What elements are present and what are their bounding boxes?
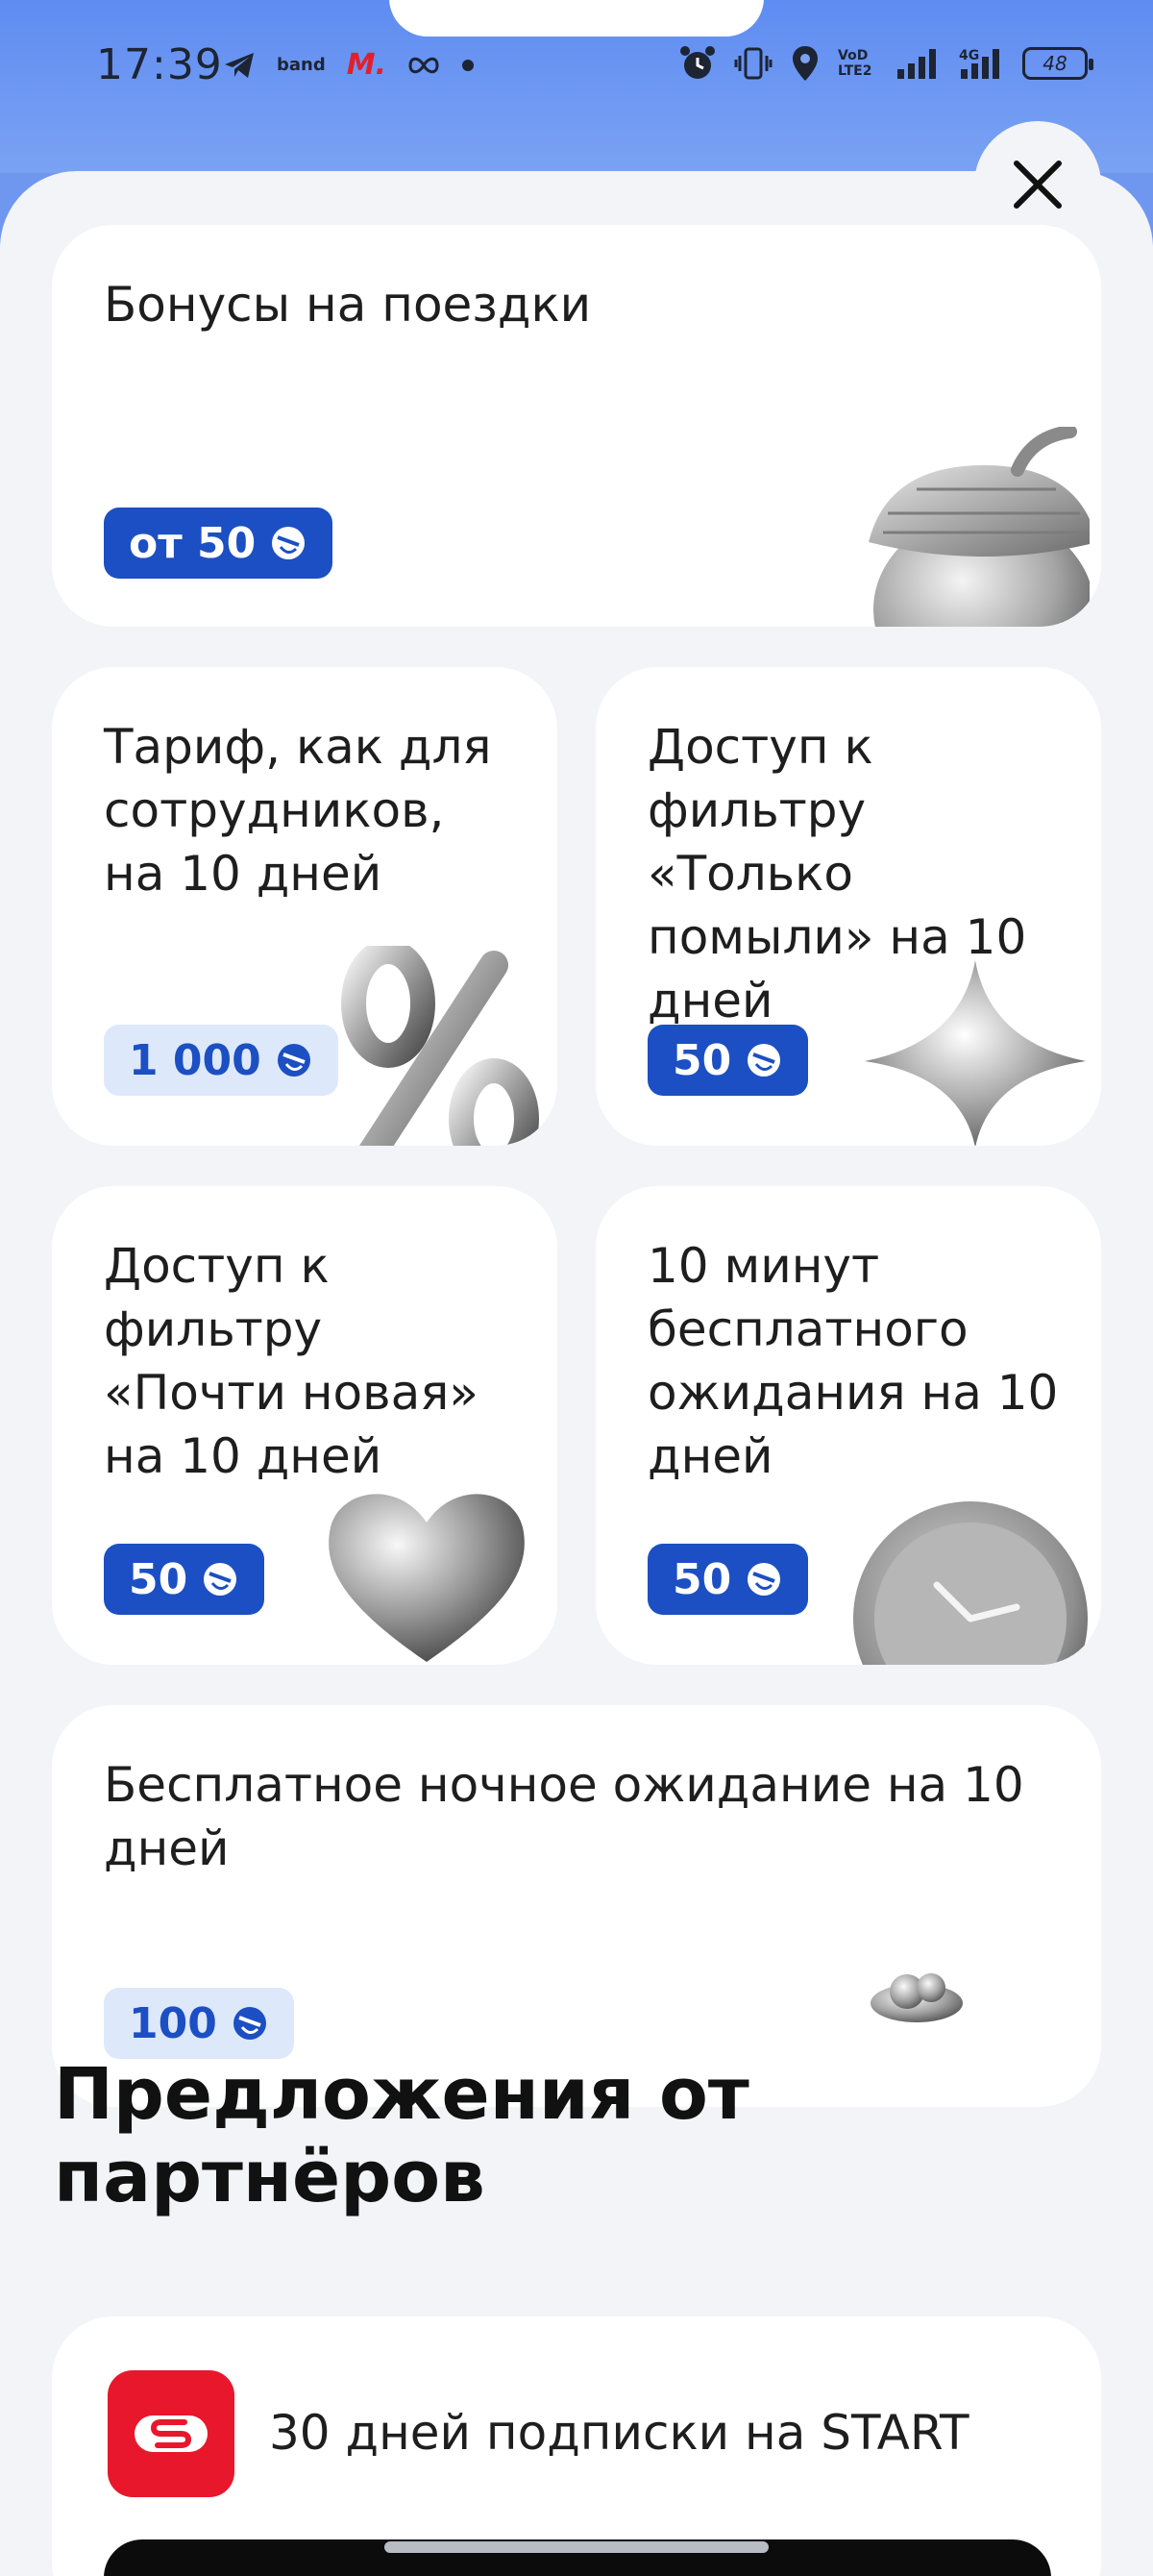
partner-offer-title: 30 дней подписки на START <box>269 2405 969 2461</box>
acorn-coin-icon <box>204 1563 237 1596</box>
location-icon <box>790 44 821 83</box>
reward-title: Доступ к фильтру «Почти новая» на 10 дне… <box>104 1238 478 1484</box>
dot-icon <box>461 46 475 85</box>
price-value: 1 000 <box>129 1035 261 1085</box>
price-value: 100 <box>129 1998 217 2048</box>
alarm-icon <box>678 44 717 83</box>
price-value: 50 <box>673 1035 732 1085</box>
vibrate-icon <box>734 44 773 83</box>
signal-4g-icon: 4G <box>959 44 1005 83</box>
price-badge: 50 <box>648 1544 809 1615</box>
reward-title: 10 минут бесплатного ожидания на 10 дней <box>648 1238 1059 1484</box>
reward-card-free-waiting[interactable]: 10 минут бесплатного ожидания на 10 дней… <box>596 1186 1101 1665</box>
reward-title: Бесплатное ночное ожидание на 10 дней <box>104 1757 1024 1876</box>
price-badge: 50 <box>648 1025 809 1096</box>
heart-icon <box>329 1494 525 1662</box>
acorn-coin-icon <box>233 2007 266 2040</box>
reward-card-night-waiting[interactable]: Бесплатное ночное ожидание на 10 дней 10… <box>52 1705 1101 2107</box>
acorn-coin-icon <box>748 1563 781 1596</box>
camera-notch <box>389 0 764 37</box>
price-badge: от 50 <box>104 508 333 579</box>
acorn-icon <box>869 427 1090 627</box>
reward-card-employee-tariff[interactable]: Тариф, как для сотрудников, на 10 дней 1… <box>52 667 557 1146</box>
notification-icons: band M. <box>223 46 475 85</box>
percent-icon <box>341 946 539 1146</box>
system-icons: VoD LTE2 4G 48 <box>678 44 1093 83</box>
acorn-coin-icon <box>277 1044 310 1077</box>
status-time: 17:39 <box>96 40 223 89</box>
home-indicator[interactable] <box>384 2541 769 2553</box>
acorn-coin-icon <box>272 527 306 559</box>
reward-title: Бонусы на поездки <box>104 277 592 333</box>
star-icon <box>865 960 1086 1146</box>
band-icon: band <box>277 55 326 75</box>
partners-section-title: Предложения от партнёров <box>54 2053 749 2218</box>
price-badge: 1 000 <box>104 1025 338 1096</box>
telegram-icon <box>223 46 256 85</box>
close-icon <box>1014 161 1062 209</box>
battery-indicator: 48 <box>1022 47 1093 80</box>
price-value: 50 <box>673 1554 732 1604</box>
start-logo-icon <box>135 2415 208 2452</box>
price-value: 50 <box>129 1554 188 1604</box>
network-type-label: 4G <box>959 48 980 63</box>
m-icon: M. <box>346 48 386 82</box>
reward-title: Тариф, как для сотрудников, на 10 дней <box>104 719 492 902</box>
price-value: от 50 <box>129 518 257 568</box>
status-bar: 17:39 band M. VoD LTE2 4G 48 <box>0 0 1153 173</box>
price-badge: 50 <box>104 1544 265 1615</box>
reward-card-almost-new-filter[interactable]: Доступ к фильтру «Почти новая» на 10 дне… <box>52 1186 557 1665</box>
reward-card-trip-bonuses[interactable]: Бонусы на поездки от 50 <box>52 225 1101 627</box>
signal-icon <box>895 44 942 83</box>
clock-icon <box>853 1501 1088 1665</box>
reward-card-washed-filter[interactable]: Доступ к фильтру «Только помыли» на 10 д… <box>596 667 1101 1146</box>
volte-icon: VoD LTE2 <box>838 48 872 79</box>
price-badge: 100 <box>104 1988 294 2059</box>
start-logo <box>108 2370 234 2497</box>
acorn-coin-icon <box>748 1044 781 1077</box>
partner-offer-card[interactable]: 30 дней подписки на START <box>52 2316 1101 2576</box>
infinity-icon <box>407 46 440 85</box>
